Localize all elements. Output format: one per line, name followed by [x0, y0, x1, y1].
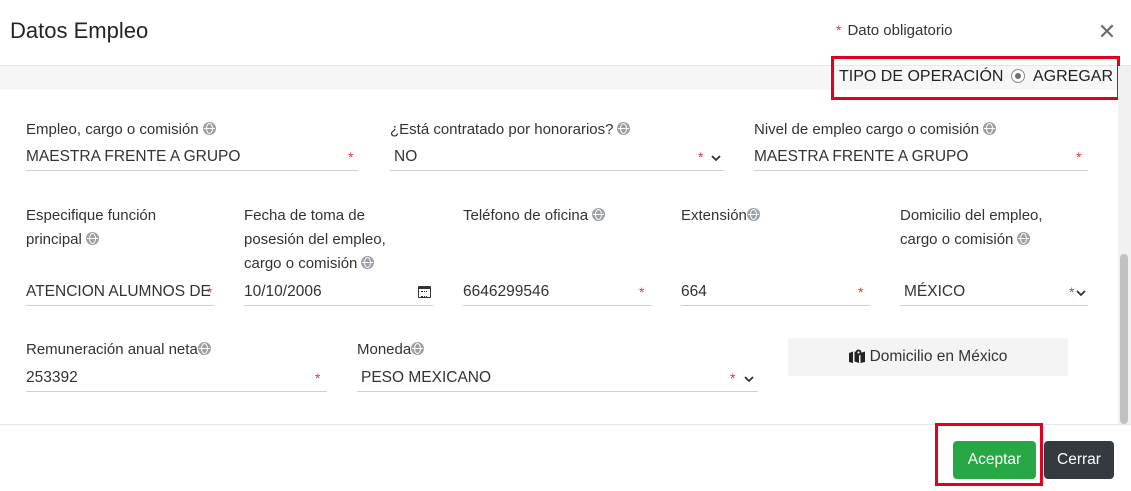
- nivel-field[interactable]: MAESTRA FRENTE A GRUPO *: [754, 145, 1088, 171]
- empleo-field[interactable]: MAESTRA FRENTE A GRUPO *: [26, 145, 358, 171]
- required-note-text: Dato obligatorio: [847, 22, 953, 39]
- empleo-label: Empleo, cargo o comisión: [26, 118, 216, 142]
- operation-highlight-box: [831, 56, 1120, 100]
- required-star: *: [1076, 149, 1082, 165]
- globe-icon: [411, 342, 425, 355]
- globe-icon: [983, 122, 997, 135]
- map-icon: [848, 349, 865, 363]
- required-star: *: [315, 370, 321, 386]
- telefono-field[interactable]: 6646299546 *: [463, 280, 651, 306]
- moneda-select[interactable]: PESO MEXICANO *: [357, 366, 758, 392]
- chevron-down-icon: [711, 155, 721, 162]
- fecha-label: Fecha de toma de posesión del empleo, carg…: [244, 207, 386, 272]
- nivel-value: MAESTRA FRENTE A GRUPO: [754, 148, 969, 165]
- required-note: * Dato obligatorio: [836, 22, 953, 39]
- globe-icon: [592, 208, 606, 221]
- close-button[interactable]: Cerrar: [1044, 441, 1114, 479]
- close-icon[interactable]: ✕: [1097, 20, 1117, 44]
- scrollbar[interactable]: [1118, 66, 1131, 426]
- globe-icon: [202, 122, 216, 135]
- nivel-label: Nivel de empleo cargo o comisión: [754, 118, 997, 142]
- honorarios-label: ¿Está contratado por honorarios?: [390, 118, 631, 142]
- domicilio-label: Domicilio del empleo, cargo o comisión: [900, 207, 1043, 248]
- domicilio-mexico-label: Domicilio en México: [869, 348, 1008, 365]
- required-star: *: [348, 149, 354, 165]
- globe-icon: [746, 208, 760, 221]
- telefono-label: Teléfono de oficina: [463, 204, 606, 228]
- domicilio-select[interactable]: MÉXICO *: [900, 280, 1088, 306]
- domicilio-mexico-button[interactable]: Domicilio en México: [788, 338, 1068, 376]
- required-star: *: [836, 22, 842, 38]
- globe-icon: [361, 256, 375, 269]
- required-star: *: [858, 284, 864, 300]
- funcion-label: Especifique función principal: [26, 207, 157, 248]
- globe-icon: [617, 122, 631, 135]
- calendar-icon[interactable]: [418, 286, 431, 298]
- honorarios-select[interactable]: NO *: [390, 145, 724, 171]
- modal-title: Datos Empleo: [10, 18, 149, 43]
- chevron-down-icon: [1076, 290, 1086, 297]
- accept-highlight-box: [935, 423, 1043, 486]
- honorarios-value: NO: [394, 148, 418, 165]
- required-star: *: [1069, 284, 1075, 300]
- required-star: *: [639, 284, 645, 300]
- moneda-value: PESO MEXICANO: [361, 369, 492, 386]
- funcion-value: ATENCION ALUMNOS DE: [26, 283, 211, 300]
- globe-icon: [197, 342, 211, 355]
- domicilio-value: MÉXICO: [904, 283, 966, 300]
- extension-label: Extensión: [681, 204, 760, 228]
- extension-value: 664: [681, 283, 707, 300]
- globe-icon: [1017, 232, 1031, 245]
- remuneracion-label: Remuneración anual neta: [26, 338, 211, 362]
- required-star: *: [730, 370, 736, 386]
- required-star: *: [698, 149, 704, 165]
- fecha-input[interactable]: 10/10/2006: [244, 280, 433, 306]
- fecha-value: 10/10/2006: [244, 283, 322, 300]
- remuneracion-value: 253392: [26, 369, 78, 386]
- globe-icon: [85, 232, 99, 245]
- funcion-field[interactable]: ATENCION ALUMNOS DE *: [26, 280, 214, 306]
- remuneracion-field[interactable]: 253392 *: [26, 366, 327, 392]
- moneda-label: Moneda: [357, 338, 425, 362]
- extension-field[interactable]: 664 *: [681, 280, 870, 306]
- required-star: *: [207, 284, 213, 300]
- empleo-value: MAESTRA FRENTE A GRUPO: [26, 148, 241, 165]
- scrollbar-thumb[interactable]: [1120, 254, 1128, 424]
- telefono-value: 6646299546: [463, 283, 550, 300]
- chevron-down-icon: [744, 376, 754, 383]
